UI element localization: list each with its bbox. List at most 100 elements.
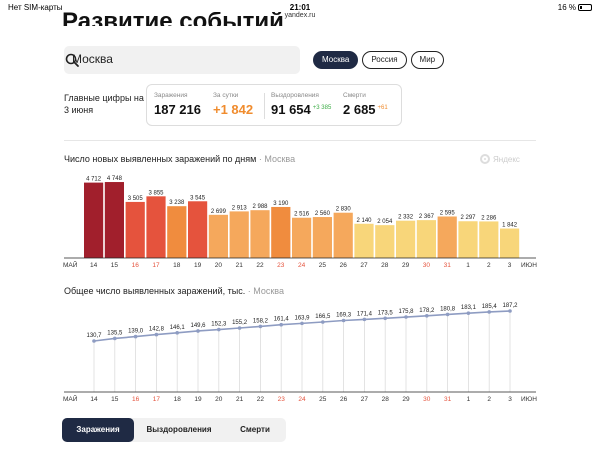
bar-value-label: 3 505 xyxy=(128,196,144,202)
battery-status: 16 % xyxy=(558,3,592,12)
search-icon[interactable] xyxy=(64,52,80,68)
bar-value-label: 2 516 xyxy=(294,212,310,218)
bar-value-label: 2 699 xyxy=(211,209,227,215)
data-point xyxy=(383,316,388,321)
point-value-label: 171,4 xyxy=(357,311,373,317)
x-tick-label: 28 xyxy=(381,262,389,269)
month-start-label: МАЙ xyxy=(63,260,78,269)
x-tick-label: 1 xyxy=(467,396,471,403)
x-tick-label: 17 xyxy=(152,262,160,269)
stat-value-row: 91 654 +3 385 xyxy=(271,102,331,117)
data-point xyxy=(445,312,450,317)
metric-tabs: Заражения Выздоровления Смерти xyxy=(62,418,286,442)
data-point xyxy=(279,322,284,327)
x-tick-label: 30 xyxy=(423,262,431,269)
bar xyxy=(146,196,166,258)
summary-card: Заражения 187 216 За сутки +1 842 Выздор… xyxy=(146,84,402,126)
x-tick-label: 27 xyxy=(361,396,369,403)
bar xyxy=(479,221,499,258)
region-selector: Москва Россия Мир xyxy=(313,51,445,69)
data-point xyxy=(217,327,221,332)
bar xyxy=(354,223,374,258)
bar-value-label: 2 595 xyxy=(440,210,456,216)
tab-infections[interactable]: Заражения xyxy=(62,418,134,442)
x-tick-label: 14 xyxy=(90,396,98,403)
x-tick-label: 23 xyxy=(278,396,286,403)
x-tick-label: 22 xyxy=(257,396,265,403)
bar-value-label: 2 913 xyxy=(232,205,248,211)
point-value-label: 163,9 xyxy=(294,315,310,321)
x-tick-label: 16 xyxy=(132,396,140,403)
x-tick-label: 1 xyxy=(466,262,470,269)
x-tick-label: 31 xyxy=(444,262,452,269)
stat-recovered: Выздоровления 91 654 +3 385 xyxy=(271,92,331,117)
stat-label: Заражения xyxy=(154,92,188,99)
tab-recoveries[interactable]: Выздоровления xyxy=(134,418,224,442)
region-pill-world[interactable]: Мир xyxy=(410,51,445,69)
clock-text: 21:01 xyxy=(289,3,311,12)
x-tick-label: 19 xyxy=(194,396,202,403)
data-point xyxy=(175,331,179,335)
point-value-label: 142,8 xyxy=(149,327,165,333)
total-line-chart: 130,7 14 135,5 15 139,0 16 142,8 17 146,1 18 149,6… xyxy=(63,303,537,403)
x-tick-label: 2 xyxy=(487,396,491,403)
data-point xyxy=(508,309,512,313)
x-tick-label: 18 xyxy=(174,396,182,403)
point-value-label: 178,2 xyxy=(419,308,435,314)
page-title: Развитие событий xyxy=(62,12,284,26)
summary-label: Главные цифры на 3 июня xyxy=(64,93,144,115)
daily-region-text: Москва xyxy=(264,154,296,164)
bar xyxy=(208,214,228,258)
point-value-label: 130,7 xyxy=(86,333,102,339)
yandex-watermark: Яндекс xyxy=(480,154,520,164)
x-tick-label: 2 xyxy=(487,262,491,269)
x-tick-label: 24 xyxy=(298,262,306,269)
stat-value: 187 216 xyxy=(154,102,201,117)
bar xyxy=(333,212,353,258)
x-tick-label: 17 xyxy=(153,396,161,403)
bar xyxy=(416,220,436,258)
bar xyxy=(125,201,145,258)
x-tick-label: 19 xyxy=(194,262,202,269)
stat-label: Выздоровления xyxy=(271,92,319,99)
search-input[interactable] xyxy=(72,52,262,66)
x-tick-label: 29 xyxy=(402,396,410,403)
point-value-label: 158,2 xyxy=(253,318,269,324)
x-tick-label: 23 xyxy=(277,262,285,269)
bar-value-label: 3 190 xyxy=(273,201,289,207)
point-value-label: 183,1 xyxy=(461,305,477,311)
search-box[interactable] xyxy=(64,46,300,74)
stat-delta: +61 xyxy=(377,105,388,111)
region-pill-moscow[interactable]: Москва xyxy=(313,51,359,69)
region-pill-russia[interactable]: Россия xyxy=(362,51,407,69)
stat-label: За сутки xyxy=(213,92,239,99)
stat-value: 2 685 xyxy=(343,102,376,117)
stat-value: 91 654 xyxy=(271,102,311,117)
bar xyxy=(167,206,187,258)
x-tick-label: 27 xyxy=(360,262,368,269)
stat-delta: +3 385 xyxy=(312,105,332,111)
daily-bar-chart: 4 712 14 4 748 15 3 505 16 3 855 17 3 238 18 3 545… xyxy=(63,176,537,269)
point-value-label: 135,5 xyxy=(107,330,123,336)
stat-value-row: 2 685 +61 xyxy=(343,102,388,117)
month-end-label: ИЮН xyxy=(521,396,537,403)
bar xyxy=(104,182,124,258)
x-tick-label: 28 xyxy=(382,396,390,403)
point-value-label: 185,4 xyxy=(482,304,498,310)
data-point xyxy=(341,318,346,323)
x-tick-label: 22 xyxy=(256,262,264,269)
bar xyxy=(229,211,249,258)
point-value-label: 155,2 xyxy=(232,320,248,326)
bar xyxy=(396,220,416,258)
bar-value-label: 3 238 xyxy=(169,200,185,206)
point-value-label: 180,8 xyxy=(440,306,456,312)
bar-value-label: 2 367 xyxy=(419,214,435,220)
x-tick-label: 20 xyxy=(215,262,223,269)
x-tick-label: 25 xyxy=(319,396,327,403)
tab-deaths[interactable]: Смерти xyxy=(224,418,286,442)
x-tick-label: 3 xyxy=(508,396,512,403)
x-tick-label: 24 xyxy=(298,396,306,403)
total-region-text: Москва xyxy=(253,286,284,296)
stat-label: Смерти xyxy=(343,92,366,99)
bar-value-label: 3 855 xyxy=(148,190,164,196)
